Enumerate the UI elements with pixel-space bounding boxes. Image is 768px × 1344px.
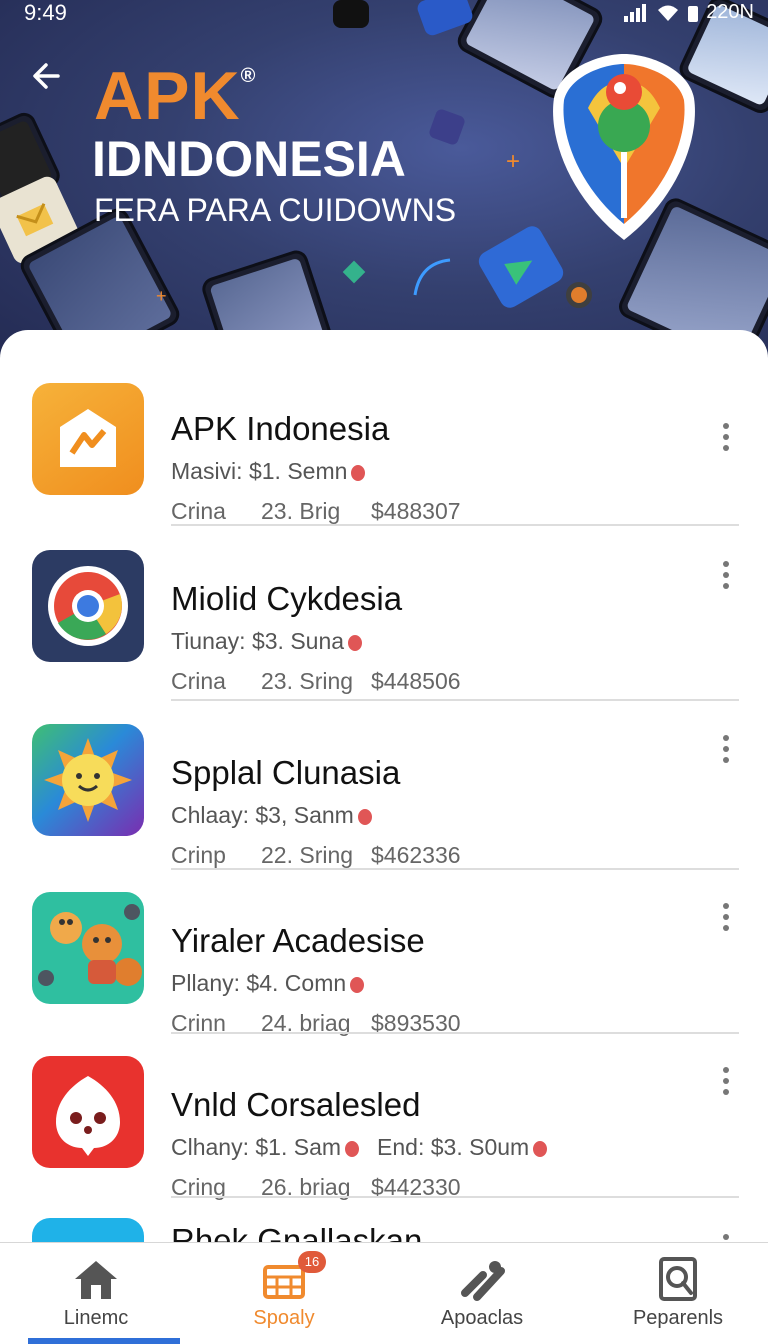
alert-dot-icon — [351, 464, 366, 481]
more-options-icon[interactable] — [714, 417, 738, 457]
app-meta: Clhany: $1. Sam End: $3. S0um — [171, 1134, 548, 1161]
decor-dot — [566, 282, 592, 308]
status-indicators: 220N — [624, 1, 754, 24]
app-stat-3: $448506 — [371, 668, 461, 694]
arrow-left-icon — [33, 63, 60, 89]
app-stats: Crinp 22. Sring $462336 — [171, 842, 461, 869]
app-list: APK Indonesia Masivi: $1. Semn Crina 23. … — [0, 330, 768, 1250]
registered-mark: ® — [240, 65, 257, 87]
app-meta-text: Pllany: $4. Comn — [171, 970, 347, 996]
tools-icon — [461, 1261, 505, 1301]
alert-dot-icon — [533, 1140, 548, 1157]
notification-badge: 16 — [298, 1251, 326, 1273]
battery-icon — [688, 5, 699, 22]
sun-icon — [32, 724, 144, 836]
search-doc-icon — [659, 1257, 697, 1301]
nav-label: Linemc — [63, 1307, 129, 1329]
divider — [171, 1196, 739, 1198]
app-name: Yiraler Acadesise — [171, 922, 425, 959]
wifi-icon — [658, 5, 679, 21]
divider — [171, 868, 739, 870]
active-tab-indicator — [28, 1338, 180, 1344]
app-stat-1: Crina — [171, 668, 226, 694]
alert-dot-icon — [345, 1140, 360, 1157]
status-bar: 9:49 220N — [0, 0, 768, 28]
app-stat-2: 23. Sring — [261, 668, 354, 694]
alert-dot-icon — [350, 976, 365, 993]
divider — [171, 524, 739, 526]
alert-dot-icon — [357, 808, 372, 825]
status-right-text: 220N — [706, 1, 754, 23]
app-meta-text: Chlaay: $3, Sanm — [171, 802, 354, 828]
decor-diamond — [342, 260, 366, 284]
shield-logo-icon — [553, 54, 695, 240]
hero-brand: APK® — [94, 62, 256, 130]
mail-icon — [32, 383, 144, 495]
app-list-item[interactable]: Vnld Corsalesled Clhany: $1. Sam End: $3… — [0, 1036, 768, 1206]
more-options-icon[interactable] — [714, 897, 738, 937]
app-meta: Masivi: $1. Semn — [171, 458, 366, 485]
app-name: Miolid Cykdesia — [171, 580, 403, 617]
nav-label: Spoaly — [253, 1307, 315, 1329]
home-icon — [75, 1261, 117, 1299]
more-options-icon[interactable] — [714, 555, 738, 595]
nav-item-home[interactable]: Linemc — [0, 1243, 192, 1344]
app-meta-secondary: End: $3. S0um — [377, 1134, 530, 1160]
nav-item-tools[interactable]: Apoaclas — [386, 1243, 578, 1344]
app-stats: Crina 23. Brig $488307 — [171, 498, 461, 525]
hero-title: IDNDONESIA — [92, 131, 406, 187]
nav-label: Apoaclas — [440, 1307, 524, 1329]
more-options-icon[interactable] — [714, 729, 738, 769]
app-meta: Chlaay: $3, Sanm — [171, 802, 372, 829]
chrome-icon — [32, 550, 144, 662]
hero-subtitle: FERA PARA CUIDOWNS — [94, 192, 457, 228]
nav-item-search-docs[interactable]: Peparenls — [582, 1243, 768, 1344]
app-stat-1: Crina — [171, 498, 226, 524]
decor-tile — [427, 107, 467, 147]
app-stat-1: Crinp — [171, 842, 226, 868]
game-characters-icon — [32, 892, 144, 1004]
sparkle-icon: + — [506, 148, 521, 175]
sparkle-icon: + — [156, 286, 167, 306]
app-list-item[interactable]: Spplal Clunasia Chlaay: $3, Sanm Crinp 22… — [0, 704, 768, 874]
decor-arc — [413, 258, 451, 296]
app-stat-3: $462336 — [371, 842, 461, 868]
ghost-icon — [32, 1056, 144, 1168]
app-meta-text: Tiunay: $3. Suna — [171, 628, 345, 654]
app-list-item[interactable]: Miolid Cykdesia Tiunay: $3. Suna Crina 23… — [0, 530, 768, 700]
app-meta-text: Masivi: $1. Semn — [171, 458, 348, 484]
app-name: Spplal Clunasia — [171, 754, 401, 791]
back-button[interactable] — [28, 56, 68, 96]
app-stat-3: $488307 — [371, 498, 461, 524]
app-stat-2: 22. Sring — [261, 842, 354, 868]
app-stat-2: 23. Brig — [261, 498, 341, 524]
app-meta: Tiunay: $3. Suna — [171, 628, 363, 655]
alert-dot-icon — [348, 634, 363, 651]
app-stats: Crina 23. Sring $448506 — [171, 668, 461, 695]
hero-brand-text: APK — [94, 58, 241, 134]
app-name: Vnld Corsalesled — [171, 1086, 421, 1123]
app-list-item[interactable]: APK Indonesia Masivi: $1. Semn Crina 23. … — [0, 360, 768, 530]
app-meta: Pllany: $4. Comn — [171, 970, 365, 997]
nav-label: Peparenls — [632, 1307, 724, 1329]
nav-item-store[interactable]: 16 Spoaly — [188, 1243, 380, 1344]
app-list-item[interactable]: Yiraler Acadesise Pllany: $4. Comn Crinn… — [0, 872, 768, 1042]
divider — [171, 699, 739, 701]
app-meta-text: Clhany: $1. Sam — [171, 1134, 342, 1160]
signal-icon — [624, 3, 647, 22]
more-options-icon[interactable] — [714, 1061, 738, 1101]
bottom-navigation: Linemc 16 Spoaly Apoaclas Peparenls — [0, 1242, 768, 1344]
app-name: APK Indonesia — [171, 410, 390, 447]
divider — [171, 1032, 739, 1034]
hero-banner: + + 9:49 220N APK® IDNDONESIA FERA PARA … — [0, 0, 768, 370]
status-time: 9:49 — [24, 0, 67, 25]
